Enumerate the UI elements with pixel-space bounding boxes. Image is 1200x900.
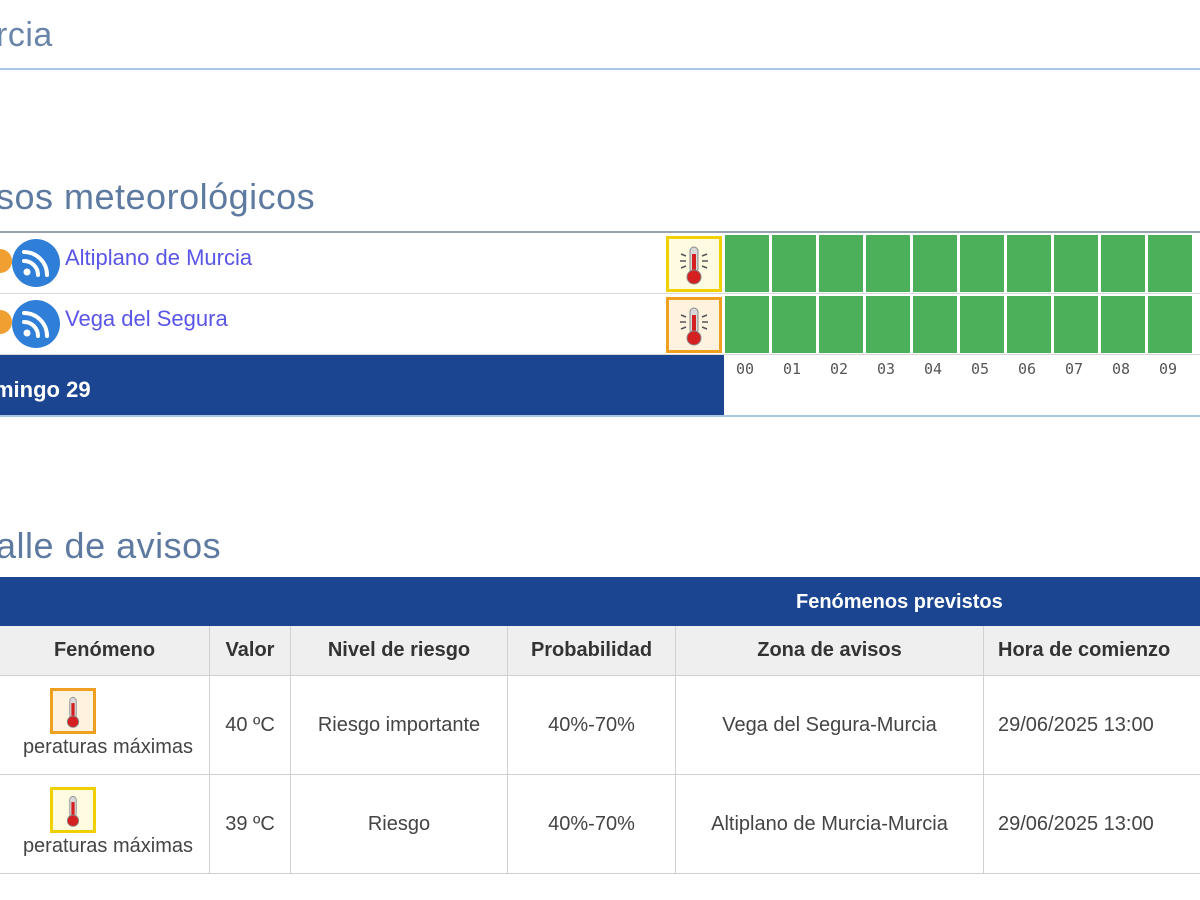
hour-cell-04 bbox=[913, 235, 957, 292]
hour-cell-08 bbox=[1101, 296, 1145, 353]
hour-cell-06 bbox=[1007, 235, 1051, 292]
day-label: mingo 29 bbox=[0, 377, 91, 402]
column-header-hora: Hora de comienzo bbox=[998, 639, 1171, 661]
hour-labels: 00 01 02 03 04 05 06 07 08 09 bbox=[725, 355, 1200, 415]
hour-label-08: 08 bbox=[1112, 360, 1131, 378]
hour-cell-01 bbox=[772, 296, 816, 353]
fenomeno-text: peraturas máximas bbox=[22, 736, 193, 758]
zone-row: Altiplano de Murcia bbox=[0, 233, 1200, 294]
valor-cell: 39 ºC bbox=[210, 775, 291, 873]
valor-cell: 40 ºC bbox=[210, 676, 291, 774]
details-table: Fenómenos previstos Fenómeno Valor Nivel… bbox=[0, 577, 1200, 874]
hour-cells bbox=[725, 235, 1200, 292]
hour-cell-02 bbox=[819, 235, 863, 292]
hour-cell-09 bbox=[1148, 235, 1192, 292]
fenomeno-text: peraturas máximas bbox=[22, 835, 193, 857]
hour-cells bbox=[725, 296, 1200, 353]
hour-cell-04 bbox=[913, 296, 957, 353]
column-header-zona: Zona de avisos bbox=[676, 626, 984, 675]
hour-label-04: 04 bbox=[924, 360, 943, 378]
hour-cell-06 bbox=[1007, 296, 1051, 353]
details-group-header: Fenómenos previstos bbox=[0, 577, 1200, 626]
thermometer-icon bbox=[50, 787, 96, 833]
table-row: peraturas máximas 39 ºC Riesgo 40%-70% A… bbox=[0, 775, 1200, 874]
nivel-cell: Riesgo importante bbox=[291, 676, 508, 774]
hour-label-09: 09 bbox=[1159, 360, 1178, 378]
hour-cell-00 bbox=[725, 296, 769, 353]
probabilidad-cell: 40%-70% bbox=[508, 775, 676, 873]
fenomeno-cell: peraturas máximas bbox=[0, 676, 210, 774]
hour-cell-03 bbox=[866, 296, 910, 353]
hour-label-00: 00 bbox=[736, 360, 755, 378]
hour-cell-05 bbox=[960, 235, 1004, 292]
hour-label-02: 02 bbox=[830, 360, 849, 378]
hour-cell-07 bbox=[1054, 235, 1098, 292]
site-header: rcia bbox=[0, 0, 1200, 70]
rss-icon[interactable] bbox=[12, 300, 60, 348]
thermometer-warning-icon[interactable] bbox=[666, 297, 722, 353]
hour-cell-02 bbox=[819, 296, 863, 353]
hour-cell-01 bbox=[772, 235, 816, 292]
zona-cell: Vega del Segura-Murcia bbox=[676, 676, 984, 774]
section-title-detalle: alle de avisos bbox=[0, 525, 222, 566]
probabilidad-cell: 40%-70% bbox=[508, 676, 676, 774]
hour-cell-09 bbox=[1148, 296, 1192, 353]
zona-cell: Altiplano de Murcia-Murcia bbox=[676, 775, 984, 873]
hour-cell-00 bbox=[725, 235, 769, 292]
warnings-timeline: Altiplano de Murcia Vega del Segura ming… bbox=[0, 231, 1200, 417]
hour-cell-05 bbox=[960, 296, 1004, 353]
hour-cell-07 bbox=[1054, 296, 1098, 353]
column-header-valor: Valor bbox=[210, 626, 291, 675]
column-header-row: Fenómeno Valor Nivel de riesgo Probabili… bbox=[0, 626, 1200, 676]
page: rcia sos meteorológicos Altiplano de Mur… bbox=[0, 0, 1200, 900]
hour-cell-03 bbox=[866, 235, 910, 292]
nivel-cell: Riesgo bbox=[291, 775, 508, 873]
group-header-label: Fenómenos previstos bbox=[796, 591, 1003, 613]
column-header-nivel: Nivel de riesgo bbox=[291, 626, 508, 675]
column-header-probabilidad: Probabilidad bbox=[508, 626, 676, 675]
hour-label-07: 07 bbox=[1065, 360, 1084, 378]
hour-cell-08 bbox=[1101, 235, 1145, 292]
page-title: rcia bbox=[0, 16, 53, 54]
section-title-avisos: sos meteorológicos bbox=[0, 176, 316, 217]
divider bbox=[0, 415, 1200, 417]
zone-row: Vega del Segura bbox=[0, 294, 1200, 355]
fenomeno-cell: peraturas máximas bbox=[0, 775, 210, 873]
hour-label-01: 01 bbox=[783, 360, 802, 378]
orange-status-icon bbox=[0, 310, 12, 334]
thermometer-icon bbox=[50, 688, 96, 734]
hora-cell: 29/06/2025 13:00 bbox=[998, 812, 1154, 835]
hora-cell: 29/06/2025 13:00 bbox=[998, 713, 1154, 736]
rss-icon[interactable] bbox=[12, 239, 60, 287]
hour-label-03: 03 bbox=[877, 360, 896, 378]
hour-label-05: 05 bbox=[971, 360, 990, 378]
day-bar: mingo 29 bbox=[0, 355, 724, 415]
hour-label-06: 06 bbox=[1018, 360, 1037, 378]
column-header-fenomeno: Fenómeno bbox=[0, 626, 210, 675]
zone-link-altiplano[interactable]: Altiplano de Murcia bbox=[65, 245, 252, 271]
table-row: peraturas máximas 40 ºC Riesgo important… bbox=[0, 676, 1200, 775]
orange-status-icon bbox=[0, 249, 12, 273]
zone-link-vega[interactable]: Vega del Segura bbox=[65, 306, 228, 332]
thermometer-warning-icon[interactable] bbox=[666, 236, 722, 292]
